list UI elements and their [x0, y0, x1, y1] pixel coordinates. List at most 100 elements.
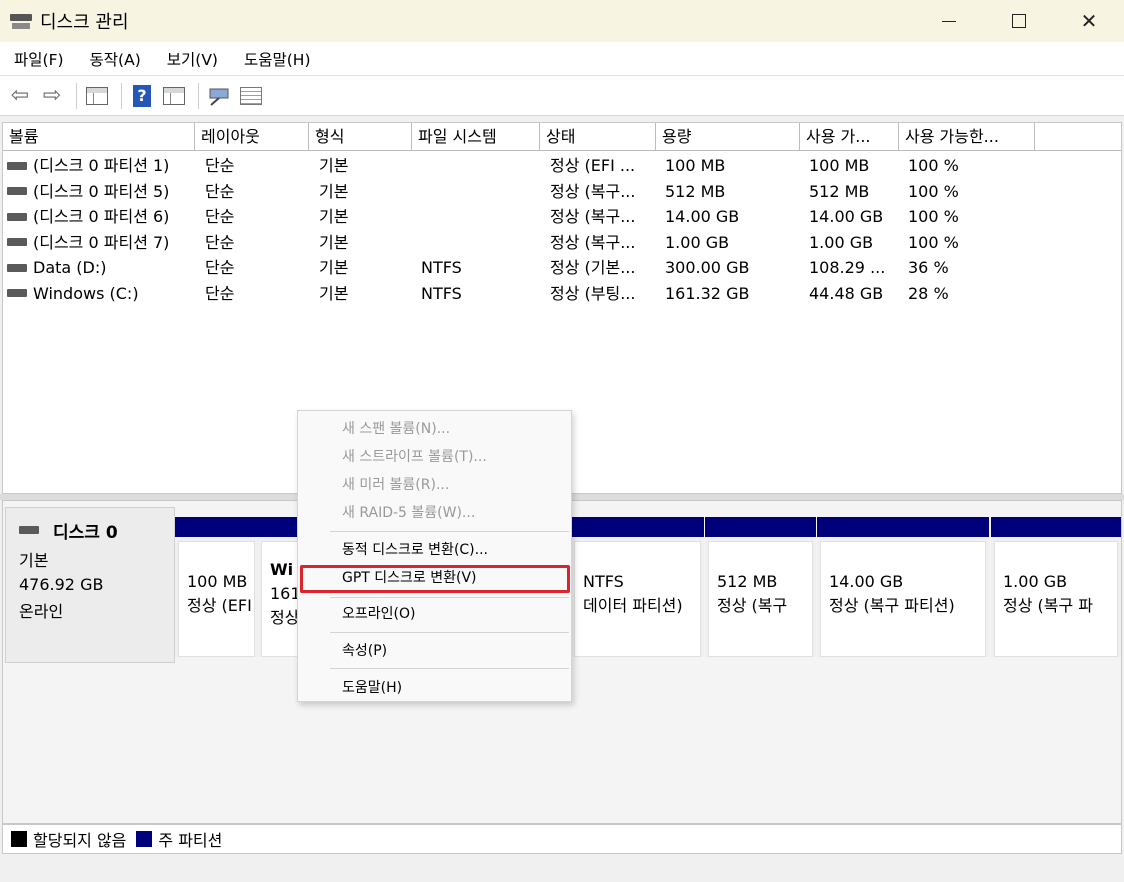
column-free-space[interactable]: 사용 가... — [800, 123, 899, 151]
connect-button[interactable] — [205, 82, 233, 110]
column-layout[interactable]: 레이아웃 — [195, 123, 309, 151]
volume-cell: 기본 — [319, 207, 349, 226]
legend-unallocated-label: 할당되지 않음 — [33, 831, 127, 850]
toolbar-separator — [76, 82, 77, 109]
forward-button[interactable]: ⇨ — [38, 82, 66, 110]
column-capacity[interactable]: 용량 — [656, 123, 800, 151]
volume-cell: 단순 — [205, 283, 235, 303]
menu-convert-dynamic[interactable]: 동적 디스크로 변환(C)... — [342, 538, 488, 562]
partition-block[interactable]: 14.00 GB 정상 (복구 파티션) — [817, 517, 989, 657]
partition-body: Wi 161 정상 — [261, 541, 299, 657]
disk-type: 기본 — [19, 551, 49, 570]
volume-cell: 44.48 GB — [809, 283, 884, 303]
volume-cell: 1.00 GB — [809, 232, 874, 252]
volume-cell: 정상 (기본... — [550, 258, 636, 277]
back-arrow-icon: ⇦ — [10, 83, 30, 108]
disk-0-label[interactable]: 디스크 0 기본 476.92 GB 온라인 — [5, 507, 175, 663]
legend-unallocated-swatch — [11, 831, 27, 847]
volume-row[interactable]: (디스크 0 파티션 7) 단순 기본 정상 (복구... 1.00 GB 1.00 GB… — [3, 230, 1121, 256]
volume-cell: 300.00 GB — [665, 258, 750, 277]
partition-bar — [991, 517, 1121, 537]
toolbar-separator — [198, 82, 199, 109]
volume-name-cell: (디스크 0 파티션 7) — [7, 230, 169, 255]
menu-separator — [330, 531, 569, 532]
help-button[interactable]: ? — [128, 82, 156, 110]
partition-size: NTFS — [583, 572, 624, 591]
toolbar-separator — [121, 82, 122, 109]
back-button[interactable]: ⇦ — [6, 82, 34, 110]
drive-icon — [7, 161, 27, 170]
properties-button[interactable] — [237, 82, 265, 110]
menu-view[interactable]: 보기(V) — [153, 48, 230, 70]
volume-cell: 기본 — [319, 232, 349, 252]
maximize-icon — [1012, 14, 1026, 28]
drive-icon — [7, 289, 27, 297]
menu-help[interactable]: 도움말(H) — [230, 48, 323, 70]
menu-new-striped-volume[interactable]: 새 스트라이프 볼륨(T)... — [342, 445, 487, 469]
partition-label: Wi — [270, 560, 294, 579]
volume-row[interactable]: (디스크 0 파티션 5) 단순 기본 정상 (복구... 512 MB 512 MB 10… — [3, 179, 1121, 205]
partition-size: 1.00 GB — [1003, 572, 1068, 591]
column-percent-free[interactable]: 사용 가능한... — [899, 123, 1035, 151]
partition-status: 정상 (복구 파티션) — [829, 596, 955, 615]
volume-cell: 100 % — [908, 232, 959, 252]
volume-cell: 100 % — [908, 181, 959, 201]
menu-bar: 파일(F) 동작(A) 보기(V) 도움말(H) — [0, 42, 1124, 76]
show-action-pane-button[interactable] — [160, 82, 188, 110]
show-hide-tree-button[interactable] — [83, 82, 111, 110]
help-icon: ? — [133, 84, 151, 107]
drive-icon — [7, 238, 27, 246]
partition-size: 14.00 GB — [829, 572, 904, 591]
disk-name: 디스크 0 — [53, 523, 118, 543]
menu-offline[interactable]: 오프라인(O) — [342, 602, 415, 626]
partition-block[interactable]: NTFS 데이터 파티션) — [571, 517, 704, 657]
title-bar: 디스크 관리 ✕ — [0, 0, 1124, 42]
column-status[interactable]: 상태 — [540, 123, 656, 151]
menu-new-raid5-volume[interactable]: 새 RAID-5 볼륨(W)... — [342, 501, 475, 525]
menu-action[interactable]: 동작(A) — [76, 48, 153, 70]
partition-block[interactable]: 1.00 GB 정상 (복구 파 — [991, 517, 1121, 657]
volume-row[interactable]: (디스크 0 파티션 6) 단순 기본 정상 (복구... 14.00 GB 14.00 … — [3, 204, 1121, 230]
column-volume[interactable]: 볼륨 — [3, 123, 195, 151]
window-title: 디스크 관리 — [40, 12, 129, 33]
partition-block[interactable]: Wi 161 정상 — [258, 517, 302, 657]
volume-cell: 기본 — [319, 156, 349, 175]
maximize-button[interactable] — [984, 0, 1054, 42]
menu-file[interactable]: 파일(F) — [0, 48, 76, 70]
volume-cell: 단순 — [205, 258, 235, 277]
menu-properties[interactable]: 속성(P) — [342, 639, 387, 663]
partition-status: 정상 (복구 — [717, 596, 788, 615]
partition-bar — [258, 517, 302, 537]
partition-bar — [175, 517, 258, 537]
disk-management-icon — [10, 12, 32, 30]
partition-status: 정상 — [270, 608, 299, 627]
volume-cell: 161.32 GB — [665, 283, 750, 303]
partition-block[interactable]: 512 MB 정상 (복구 — [705, 517, 816, 657]
volume-name: Windows (C:) — [33, 283, 139, 303]
partition-block[interactable]: 100 MB 정상 (EFI — [175, 517, 258, 657]
volume-cell: 100 MB — [665, 156, 726, 175]
volume-cell: 단순 — [205, 156, 235, 175]
partition-size: 512 MB — [717, 572, 778, 591]
partition-body: NTFS 데이터 파티션) — [574, 541, 701, 657]
console-tree-icon — [86, 86, 108, 105]
volume-name-cell: Data (D:) — [7, 255, 106, 280]
menu-help-item[interactable]: 도움말(H) — [342, 676, 402, 700]
volume-name: (디스크 0 파티션 5) — [33, 181, 170, 201]
menu-new-spanned-volume[interactable]: 새 스팬 볼륨(N)... — [342, 417, 450, 441]
volume-cell: 기본 — [319, 181, 349, 201]
partition-size: 161 — [270, 584, 299, 603]
volume-row[interactable]: Windows (C:) 단순 기본 NTFS 정상 (부팅... 161.32 GB 44… — [3, 281, 1121, 307]
volume-row[interactable]: Data (D:) 단순 기본 NTFS 정상 (기본... 300.00 GB 108.2… — [3, 255, 1121, 281]
properties-icon — [240, 86, 262, 105]
partition-body: 100 MB 정상 (EFI — [178, 541, 255, 657]
volume-cell: 28 % — [908, 283, 949, 303]
menu-new-mirrored-volume[interactable]: 새 미러 볼륨(R)... — [342, 473, 449, 497]
volume-name: (디스크 0 파티션 1) — [33, 156, 170, 175]
column-file-system[interactable]: 파일 시스템 — [412, 123, 540, 151]
disk-status: 온라인 — [19, 602, 64, 621]
close-button[interactable]: ✕ — [1054, 0, 1124, 42]
minimize-button[interactable] — [914, 0, 984, 42]
column-type[interactable]: 형식 — [309, 123, 412, 151]
volume-row[interactable]: (디스크 0 파티션 1) 단순 기본 정상 (EFI ... 100 MB 100 MB… — [3, 153, 1121, 179]
